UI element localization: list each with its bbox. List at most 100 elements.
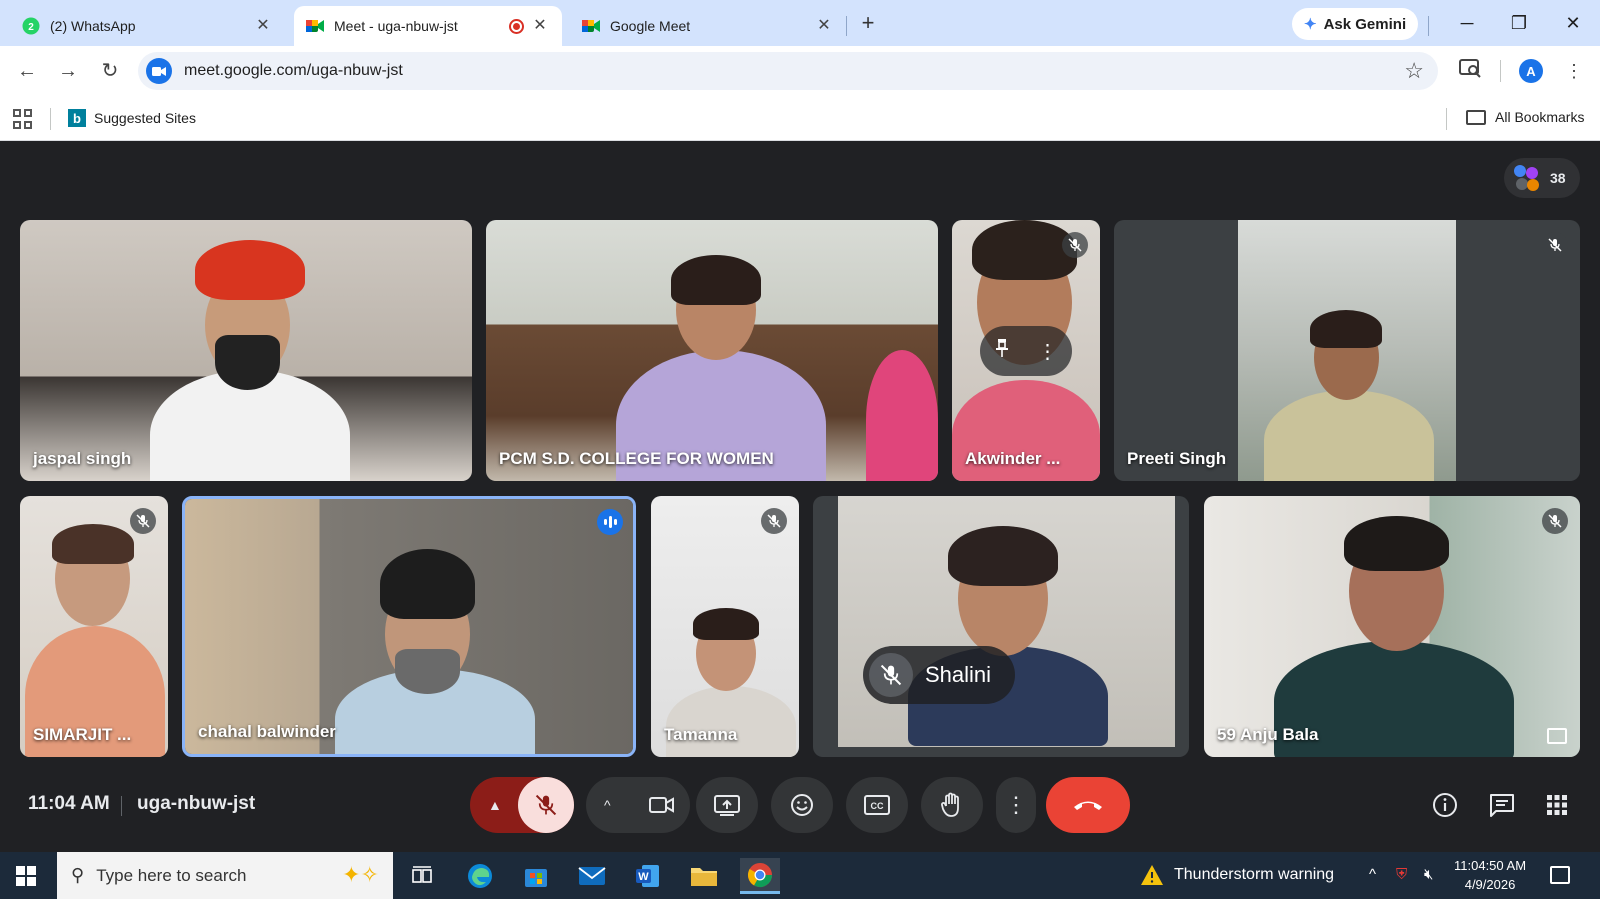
- profile-avatar[interactable]: A: [1519, 59, 1543, 83]
- mic-off-icon: [1542, 232, 1568, 258]
- gemini-sparkle-icon: ✦: [1304, 16, 1317, 33]
- address-bar[interactable]: meet.google.com/uga-nbuw-jst ☆: [138, 52, 1438, 90]
- hand-icon: [941, 792, 959, 817]
- weather-widget[interactable]: Thunderstorm warning: [1140, 864, 1334, 886]
- video-feed: [693, 608, 759, 640]
- participants-chip[interactable]: 38: [1504, 158, 1580, 198]
- more-vert-icon: ⋮: [1005, 792, 1027, 817]
- tab-title: Google Meet: [610, 18, 691, 34]
- more-options-icon[interactable]: ⋮: [1038, 339, 1058, 364]
- more-options-button[interactable]: ⋮: [996, 777, 1036, 833]
- video-feed: [395, 649, 460, 694]
- tab-title: (2) WhatsApp: [50, 18, 136, 34]
- video-feed: [215, 335, 280, 390]
- close-window-icon[interactable]: ✕: [1558, 10, 1588, 36]
- toolbar-divider: [1428, 16, 1429, 36]
- participant-tile[interactable]: Shalini: [813, 496, 1189, 757]
- edge-icon[interactable]: [460, 858, 500, 894]
- video-feed: [948, 526, 1058, 586]
- end-call-icon: [1074, 801, 1102, 810]
- participant-tile[interactable]: Preeti Singh: [1114, 220, 1580, 481]
- present-icon: [714, 795, 740, 816]
- participant-name: jaspal singh: [33, 449, 132, 468]
- all-bookmarks-button[interactable]: All Bookmarks: [1466, 109, 1584, 125]
- security-shield-icon[interactable]: ⛨: [1396, 866, 1407, 883]
- new-tab-button[interactable]: +: [856, 12, 880, 36]
- weather-text: Thunderstorm warning: [1174, 866, 1335, 883]
- tab-search-icon[interactable]: [1457, 58, 1483, 84]
- apps-grid-icon[interactable]: [13, 109, 33, 129]
- close-icon[interactable]: ✕: [814, 16, 834, 36]
- word-icon[interactable]: W: [628, 858, 668, 894]
- mail-icon[interactable]: [572, 858, 612, 894]
- participant-name: 59 Anju Bala: [1217, 725, 1319, 744]
- task-view-icon[interactable]: [402, 858, 442, 894]
- notifications-icon[interactable]: [1550, 866, 1570, 884]
- leave-call-button[interactable]: [1046, 777, 1130, 833]
- ask-gemini-button[interactable]: ✦ Ask Gemini: [1292, 8, 1419, 40]
- camera-icon[interactable]: [634, 777, 690, 833]
- raise-hand-button[interactable]: [921, 777, 983, 833]
- reload-icon[interactable]: ↻: [97, 58, 123, 84]
- captions-button[interactable]: CC: [846, 777, 908, 833]
- search-highlight-icon: ✦✧: [342, 862, 379, 887]
- expand-icon[interactable]: [1547, 728, 1567, 744]
- video-feed: [1264, 390, 1434, 481]
- mic-off-icon: [869, 653, 913, 697]
- close-icon[interactable]: ✕: [253, 16, 273, 36]
- tab-divider: [846, 16, 847, 36]
- emoji-icon: [791, 794, 813, 816]
- participant-tile[interactable]: ⋮ Akwinder ...: [952, 220, 1100, 481]
- volume-muted-icon[interactable]: 🔇︎: [1424, 866, 1433, 883]
- tab-google-meet[interactable]: Google Meet ✕: [570, 6, 846, 46]
- windows-start-icon[interactable]: [16, 866, 36, 886]
- video-feed: [671, 255, 761, 305]
- participant-tile[interactable]: Tamanna: [651, 496, 799, 757]
- restore-icon[interactable]: ❐: [1504, 10, 1534, 36]
- forward-icon[interactable]: →: [55, 58, 81, 84]
- participant-name: Tamanna: [664, 725, 738, 744]
- bookmark-suggested-sites[interactable]: b Suggested Sites: [68, 109, 196, 127]
- mic-toggle-button[interactable]: [518, 777, 574, 833]
- mic-off-icon: [1062, 232, 1088, 258]
- meeting-details-icon[interactable]: [1430, 790, 1460, 820]
- site-info-icon[interactable]: [146, 58, 172, 84]
- minimize-icon[interactable]: ─: [1452, 10, 1482, 36]
- bookmarks-divider: [1446, 108, 1447, 130]
- clock-time: 11:04:50 AM: [1454, 858, 1527, 873]
- chat-icon[interactable]: [1487, 790, 1517, 820]
- recording-icon: [509, 19, 524, 34]
- folder-icon: [1466, 109, 1486, 125]
- warning-icon: [1141, 865, 1163, 885]
- participant-tile[interactable]: PCM S.D. COLLEGE FOR WOMEN: [486, 220, 938, 481]
- chrome-icon[interactable]: [740, 858, 780, 894]
- taskbar-search-box[interactable]: ⚲ Type here to search ✦✧: [57, 852, 393, 899]
- bookmark-star-icon[interactable]: ☆: [1404, 58, 1424, 84]
- meeting-time: 11:04 AM: [28, 793, 110, 814]
- microsoft-store-icon[interactable]: [516, 858, 556, 894]
- tab-whatsapp[interactable]: 2 (2) WhatsApp ✕: [10, 6, 285, 46]
- participant-avatars-icon: [1514, 165, 1540, 191]
- camera-options-chevron-icon[interactable]: ^: [604, 797, 611, 813]
- activities-grid-icon[interactable]: [1542, 790, 1572, 820]
- file-explorer-icon[interactable]: [684, 858, 724, 894]
- more-menu-icon[interactable]: ⋮: [1561, 58, 1587, 84]
- participant-tile[interactable]: jaspal singh: [20, 220, 472, 481]
- participant-tile[interactable]: 59 Anju Bala: [1204, 496, 1580, 757]
- back-icon[interactable]: ←: [14, 58, 40, 84]
- mic-options-chevron-icon[interactable]: ▲: [488, 797, 502, 813]
- participant-name: Shalini: [925, 662, 992, 687]
- browser-toolbar: ← → ↻ meet.google.com/uga-nbuw-jst ☆ A ⋮: [0, 46, 1600, 96]
- reactions-button[interactable]: [771, 777, 833, 833]
- tray-overflow-chevron-icon[interactable]: ^: [1369, 866, 1376, 883]
- google-meet-icon: [306, 17, 324, 35]
- participant-tile-active-speaker[interactable]: chahal balwinder: [182, 496, 636, 757]
- url-text[interactable]: meet.google.com/uga-nbuw-jst: [184, 62, 403, 80]
- tab-meet[interactable]: Meet - uga-nbuw-jst ✕: [294, 6, 562, 46]
- pin-icon[interactable]: [995, 338, 1009, 364]
- meeting-code: uga-nbuw-jst: [137, 793, 256, 814]
- participant-tile[interactable]: SIMARJIT ...: [20, 496, 168, 757]
- system-clock[interactable]: 11:04:50 AM 4/9/2026: [1454, 856, 1526, 894]
- present-screen-button[interactable]: [696, 777, 758, 833]
- close-icon[interactable]: ✕: [530, 16, 550, 36]
